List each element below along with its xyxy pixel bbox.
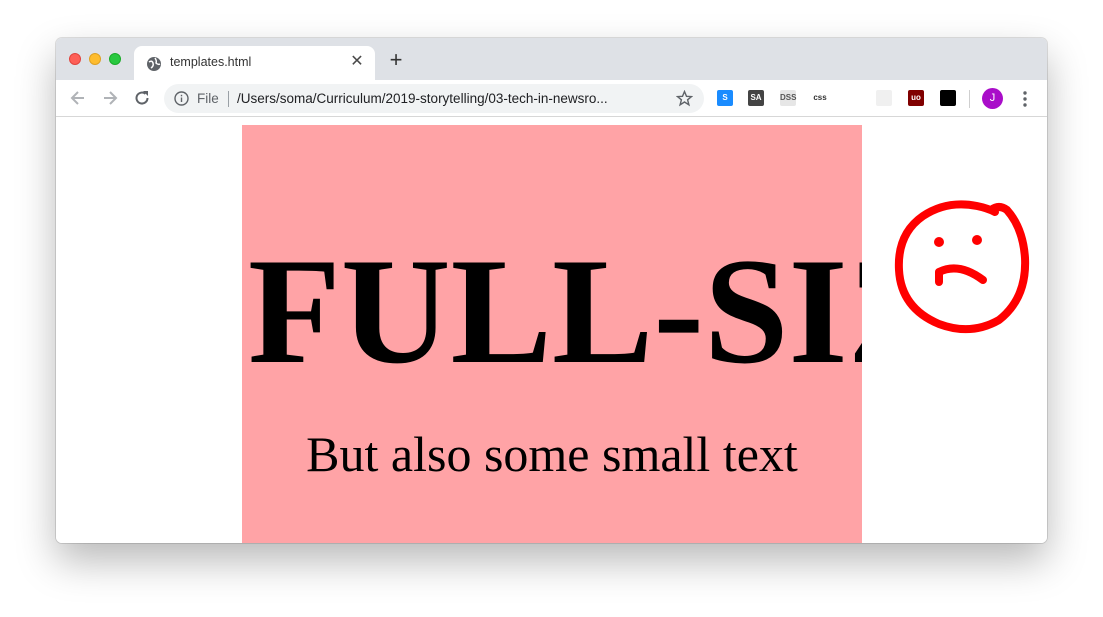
address-separator xyxy=(228,91,229,107)
sa-extension-icon[interactable]: SA xyxy=(748,90,764,106)
css-extension-icon[interactable]: css xyxy=(812,90,828,106)
reload-icon[interactable] xyxy=(132,88,152,108)
toolbar: File /Users/soma/Curriculum/2019-storyte… xyxy=(56,80,1047,117)
ublock-extension-icon[interactable]: uo xyxy=(908,90,924,106)
tab-strip: templates.html ✕ + xyxy=(56,38,1047,80)
tab-title: templates.html xyxy=(170,55,252,69)
profile-avatar[interactable]: J xyxy=(982,88,1003,109)
minimize-window-button[interactable] xyxy=(89,53,101,65)
url-text[interactable]: /Users/soma/Curriculum/2019-storytelling… xyxy=(237,91,608,106)
info-icon[interactable] xyxy=(174,91,189,106)
grid-extension-icon[interactable] xyxy=(876,90,892,106)
new-tab-button[interactable]: + xyxy=(386,49,406,71)
page-heading: FULL-SIZE xyxy=(248,227,862,395)
s-extension-icon[interactable]: S xyxy=(717,90,733,106)
sad-face-icon xyxy=(894,200,1030,334)
globe-icon xyxy=(147,57,161,71)
address-bar[interactable]: File /Users/soma/Curriculum/2019-storyte… xyxy=(164,84,704,113)
hero-box: FULL-SIZE But also some small text xyxy=(242,125,862,543)
kebab-menu-icon[interactable] xyxy=(1018,89,1032,109)
browser-window: templates.html ✕ + File /Users/soma/Curr… xyxy=(56,38,1047,543)
toolbar-divider xyxy=(969,90,970,108)
bookmark-star-icon[interactable] xyxy=(676,90,693,107)
css-selector-extension-icon[interactable]: DSS xyxy=(780,90,796,106)
globe-extension-icon[interactable] xyxy=(843,90,859,106)
tab-close-icon[interactable]: ✕ xyxy=(349,52,365,72)
tab-templates[interactable]: templates.html ✕ xyxy=(134,46,375,80)
tampermonkey-extension-icon[interactable] xyxy=(940,90,956,106)
page-viewport: FULL-SIZE But also some small text xyxy=(56,117,1047,543)
forward-arrow-icon[interactable] xyxy=(100,88,120,108)
page-subtext: But also some small text xyxy=(306,426,798,482)
back-arrow-icon[interactable] xyxy=(68,88,88,108)
close-window-button[interactable] xyxy=(69,53,81,65)
scheme-label: File xyxy=(197,91,219,106)
zoom-window-button[interactable] xyxy=(109,53,121,65)
